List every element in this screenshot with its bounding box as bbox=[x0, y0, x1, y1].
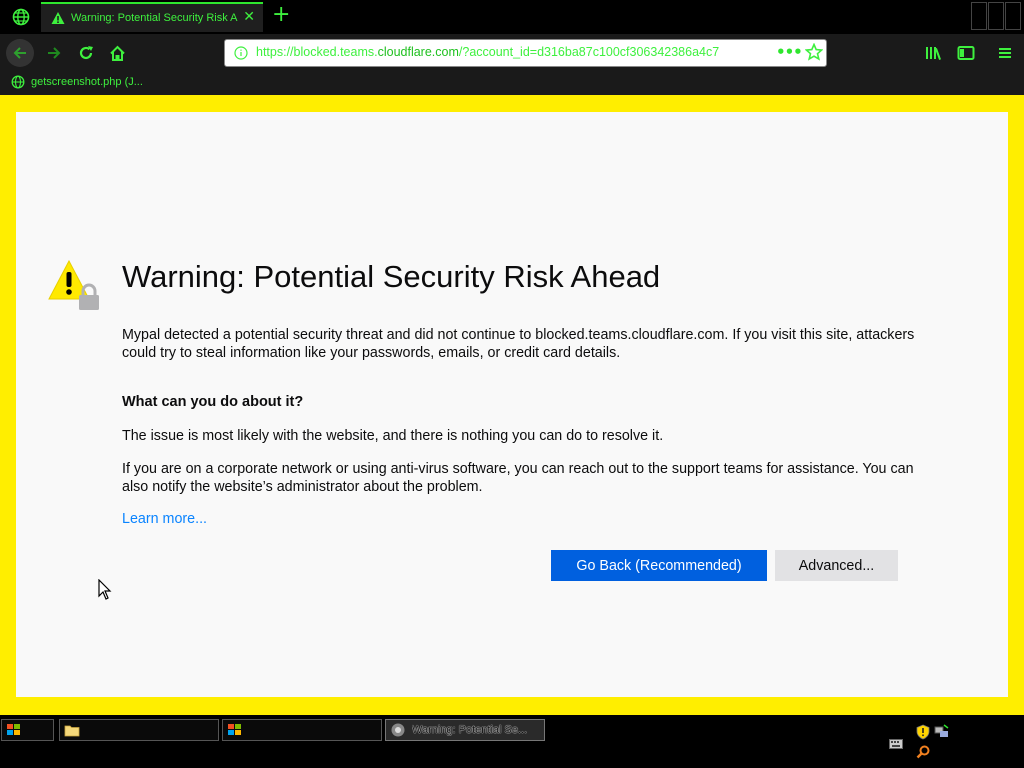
corporate-network-text: If you are on a corporate network or usi… bbox=[122, 461, 914, 495]
advanced-button[interactable]: Advanced... bbox=[775, 550, 898, 581]
new-tab-button[interactable]: + bbox=[272, 4, 290, 26]
windows-logo-icon bbox=[228, 724, 241, 735]
folder-icon bbox=[64, 725, 80, 737]
taskbar-window-title: Warning: Potential Se... bbox=[412, 724, 528, 736]
intro-text: Mypal detected a potential security thre… bbox=[122, 327, 915, 361]
windows-logo-icon bbox=[7, 724, 20, 735]
home-button[interactable] bbox=[103, 39, 131, 67]
keyboard-icon[interactable] bbox=[889, 739, 903, 749]
back-button[interactable] bbox=[6, 39, 34, 67]
library-icon bbox=[926, 47, 941, 60]
tab-active[interactable]: Warning: Potential Security Risk A ✕ bbox=[41, 2, 263, 32]
taskbar-file-explorer[interactable] bbox=[59, 719, 219, 741]
tab-title: Warning: Potential Security Risk A bbox=[71, 12, 238, 24]
forward-button[interactable] bbox=[40, 39, 68, 67]
navigation-toolbar: https://blocked.teams.cloudflare.com/?ac… bbox=[0, 34, 1024, 72]
learn-more-link[interactable]: Learn more... bbox=[122, 511, 207, 527]
browser-app-icon bbox=[391, 723, 405, 737]
section-heading: What can you do about it? bbox=[122, 394, 304, 410]
search-icon[interactable] bbox=[916, 745, 930, 759]
sidebar-button[interactable] bbox=[952, 39, 980, 67]
go-back-button[interactable]: Go Back (Recommended) bbox=[551, 550, 767, 581]
globe-icon[interactable] bbox=[4, 2, 38, 32]
close-tab-icon[interactable]: ✕ bbox=[243, 10, 255, 24]
tab-bar: Warning: Potential Security Risk A ✕ + bbox=[0, 0, 1024, 34]
window-control-minimize[interactable] bbox=[971, 2, 987, 30]
forward-arrow-icon bbox=[48, 47, 61, 59]
window-control-maximize[interactable] bbox=[988, 2, 1004, 30]
hamburger-menu-icon bbox=[999, 48, 1011, 58]
bookmark-item[interactable]: getscreenshot.php (J... bbox=[11, 75, 143, 89]
mouse-cursor-icon bbox=[98, 579, 112, 600]
security-shield-icon[interactable] bbox=[916, 724, 930, 740]
library-button[interactable] bbox=[920, 39, 948, 67]
url-text[interactable]: https://blocked.teams.cloudflare.com/?ac… bbox=[256, 45, 732, 59]
security-warning-icon bbox=[48, 259, 99, 310]
page-actions-menu-icon[interactable]: ••• bbox=[776, 43, 803, 61]
sidebar-icon bbox=[957, 46, 975, 60]
menu-button[interactable] bbox=[991, 39, 1019, 67]
window-control-close[interactable] bbox=[1005, 2, 1021, 30]
url-prefix: https://blocked.teams. bbox=[256, 45, 378, 59]
bookmark-star-icon[interactable] bbox=[805, 43, 823, 61]
taskbar-browser-window[interactable]: Warning: Potential Se... bbox=[385, 719, 545, 741]
globe-icon bbox=[11, 75, 25, 89]
error-page: Warning: Potential Security Risk Ahead M… bbox=[16, 112, 1008, 697]
bookmark-label: getscreenshot.php (J... bbox=[31, 76, 143, 88]
content-viewport: Warning: Potential Security Risk Ahead M… bbox=[0, 95, 1024, 715]
issue-text: The issue is most likely with the websit… bbox=[122, 428, 664, 444]
home-icon bbox=[109, 45, 125, 61]
warning-icon bbox=[51, 12, 65, 24]
taskbar-program[interactable] bbox=[222, 719, 382, 741]
page-title: Warning: Potential Security Risk Ahead bbox=[122, 259, 661, 294]
taskbar: Warning: Potential Se... bbox=[0, 715, 1024, 768]
reload-button[interactable] bbox=[72, 39, 100, 67]
start-button[interactable] bbox=[1, 719, 54, 741]
reload-icon bbox=[79, 46, 93, 60]
bookmarks-toolbar: getscreenshot.php (J... bbox=[0, 72, 1024, 95]
address-bar[interactable]: https://blocked.teams.cloudflare.com/?ac… bbox=[224, 39, 827, 67]
network-icon[interactable] bbox=[934, 724, 950, 740]
back-arrow-icon bbox=[13, 47, 26, 59]
url-suffix: /?account_id=d316ba87c100cf306342386a4c7 bbox=[458, 45, 720, 59]
url-domain: cloudflare.com bbox=[377, 45, 459, 59]
info-icon[interactable] bbox=[234, 46, 248, 60]
